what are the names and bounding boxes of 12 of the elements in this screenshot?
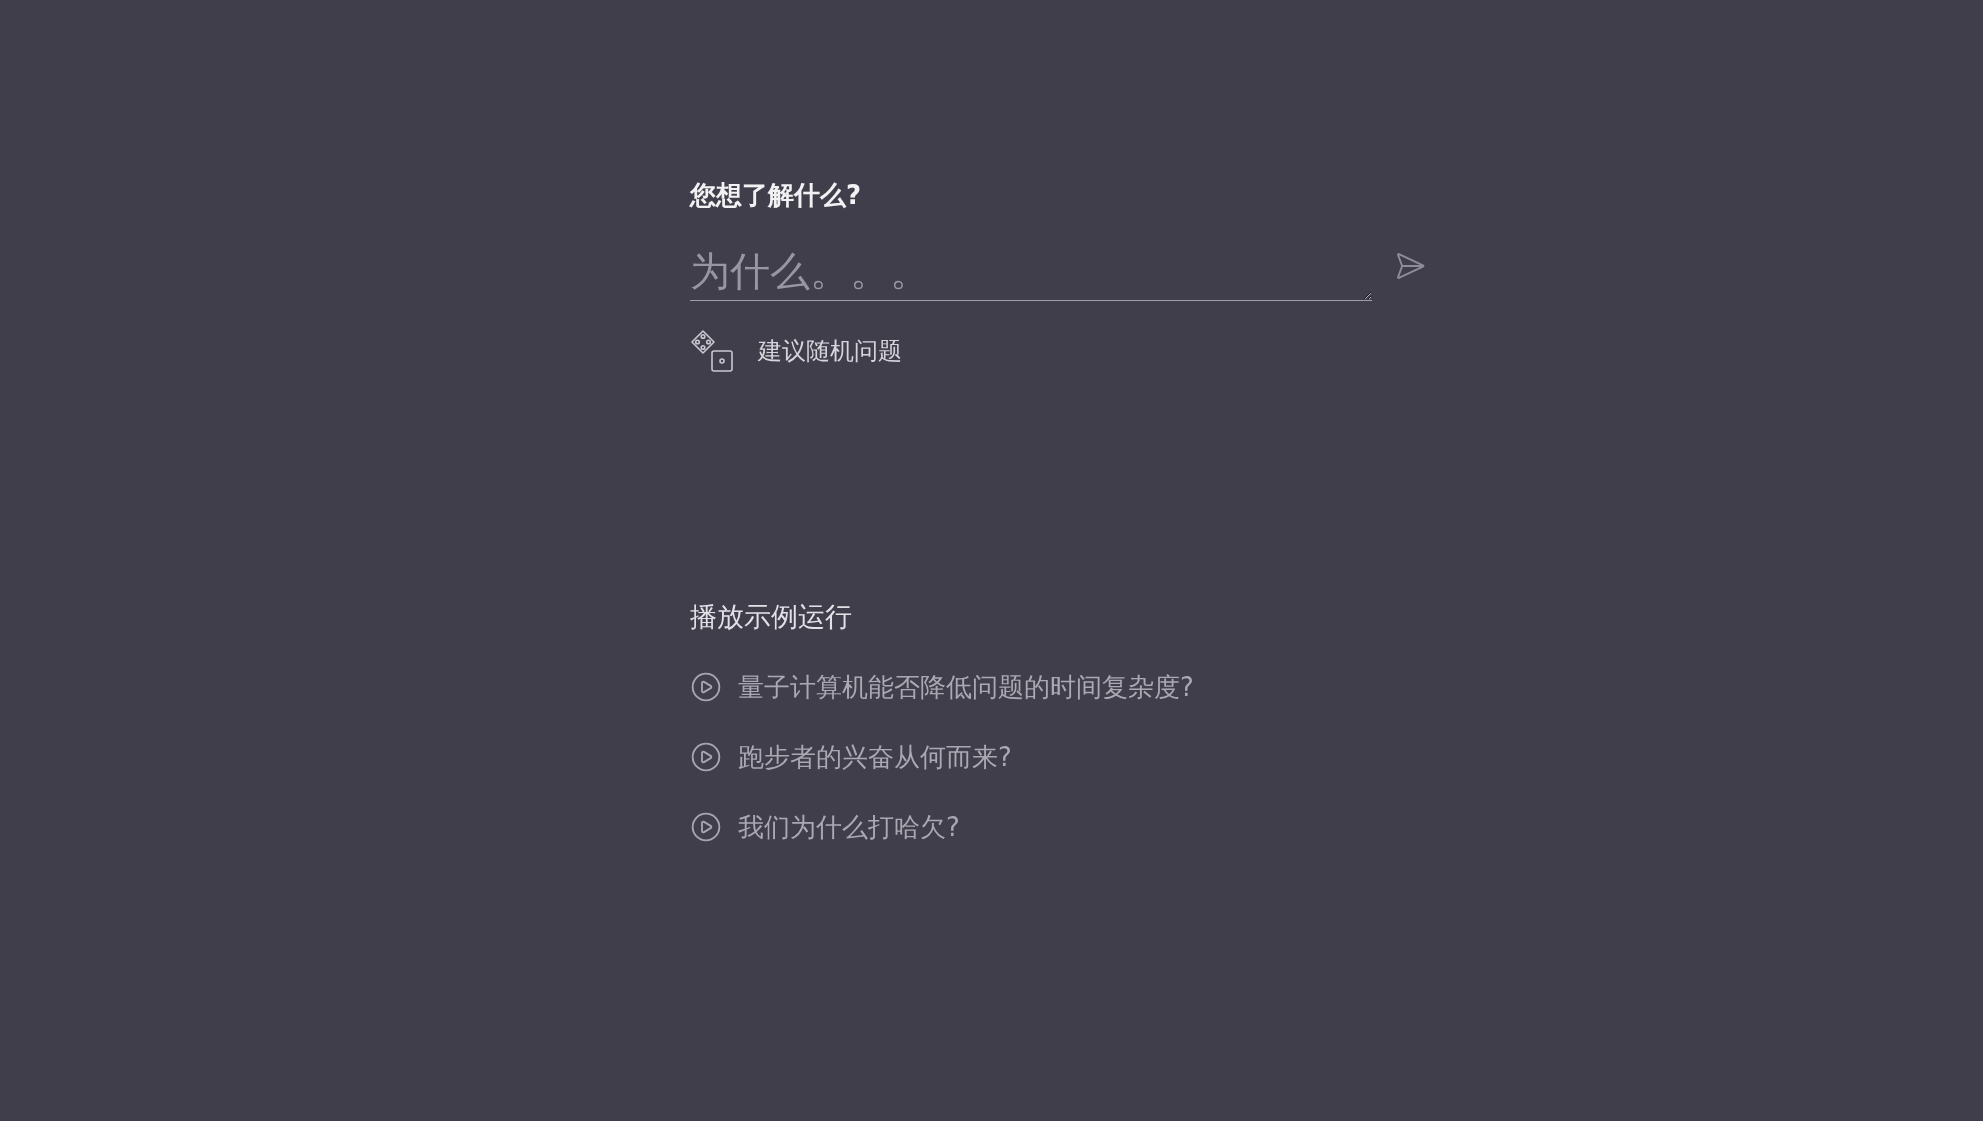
dice-icon: [690, 329, 734, 373]
example-question[interactable]: 量子计算机能否降低问题的时间复杂度?: [690, 669, 1194, 705]
play-icon: [690, 671, 722, 703]
play-icon: [690, 741, 722, 773]
random-question-button[interactable]: 建议随机问题: [690, 329, 902, 373]
play-icon: [690, 811, 722, 843]
examples-title: 播放示例运行: [690, 600, 852, 634]
question-input[interactable]: 为什么。。。: [690, 245, 1372, 301]
send-icon: [1394, 250, 1426, 282]
example-question[interactable]: 我们为什么打哈欠?: [690, 809, 960, 845]
example-question[interactable]: 跑步者的兴奋从何而来?: [690, 739, 1012, 775]
prompt-title: 您想了解什么?: [690, 179, 862, 212]
